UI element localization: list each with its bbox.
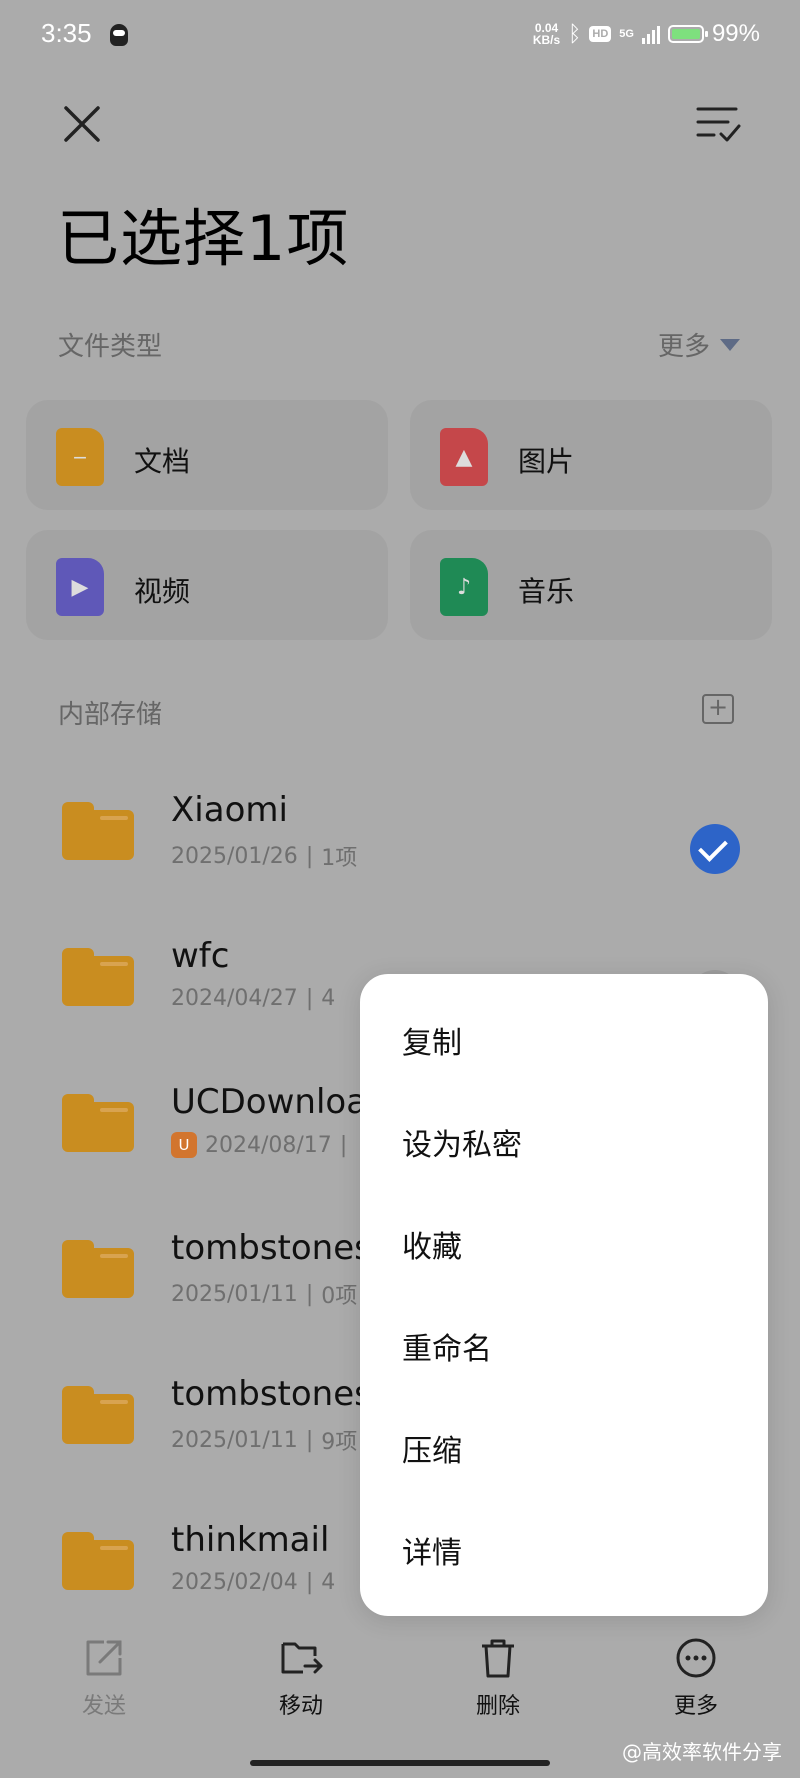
battery-percent: 99%: [711, 20, 760, 47]
folder-icon: [62, 948, 134, 1006]
tile-documents-label: 文档: [134, 445, 191, 478]
meta-separator: |: [305, 1570, 314, 1595]
file-name: thinkmail: [171, 1520, 330, 1560]
uc-browser-icon: U: [171, 1132, 197, 1158]
watermark-text: @高效率软件分享: [622, 1740, 782, 1764]
battery-icon: [667, 25, 708, 43]
more-actions-button[interactable]: 更多: [636, 1636, 756, 1720]
menu-item-compress[interactable]: 压缩: [402, 1426, 462, 1470]
file-meta: 2025/01/11 | 9项: [171, 1424, 357, 1456]
file-count: 9项: [321, 1430, 358, 1455]
network-type-label: 5G: [619, 27, 634, 40]
file-count: 4: [321, 986, 336, 1011]
delete-button[interactable]: 删除: [438, 1636, 558, 1720]
file-date: 2024/04/27: [171, 986, 298, 1011]
file-name: wfc: [171, 936, 230, 976]
delete-label: 删除: [475, 1694, 520, 1719]
file-name: UCDownloa: [171, 1082, 368, 1122]
video-icon: ▶: [56, 558, 104, 616]
meta-separator: |: [305, 1281, 314, 1307]
tile-music-label: 音乐: [518, 575, 575, 608]
file-manager-screen: 3:35 0.04 KB/s ᛒ HD 5G 99% 已选择1项 文件类型 更多…: [0, 0, 800, 1778]
file-meta: 2024/04/27 | 4: [171, 986, 335, 1011]
close-icon: [64, 106, 100, 142]
page-title: 已选择1项: [57, 202, 350, 275]
menu-item-copy[interactable]: 复制: [402, 1018, 462, 1062]
hd-voice-icon: HD: [589, 26, 612, 42]
document-icon: ‒: [56, 428, 104, 486]
network-speed: 0.04 KB/s: [533, 22, 560, 46]
more-dots-icon: [676, 1638, 716, 1678]
file-count: 1项: [321, 846, 358, 871]
menu-item-details[interactable]: 详情: [402, 1528, 462, 1572]
file-date: 2025/02/04: [171, 1570, 298, 1595]
new-folder-icon: +: [707, 693, 729, 721]
file-name: Xiaomi: [171, 790, 288, 830]
tile-videos-label: 视频: [134, 575, 191, 608]
menu-item-favorite[interactable]: 收藏: [402, 1222, 462, 1266]
file-types-more-button[interactable]: 更多: [658, 326, 740, 363]
move-label: 移动: [278, 1694, 323, 1719]
menu-item-rename[interactable]: 重命名: [402, 1324, 492, 1368]
bluetooth-icon: ᛒ: [568, 21, 582, 46]
file-date: 2025/01/26: [171, 843, 298, 869]
tile-videos[interactable]: ▶ 视频: [26, 530, 388, 640]
tile-images[interactable]: ▲ 图片: [410, 400, 772, 510]
tile-images-label: 图片: [518, 445, 575, 478]
file-date: 2025/01/11: [171, 1427, 298, 1453]
menu-item-set-private[interactable]: 设为私密: [402, 1120, 522, 1164]
folder-icon: [62, 1386, 134, 1444]
file-meta: 2025/02/04 | 4: [171, 1570, 335, 1595]
new-folder-button[interactable]: +: [702, 693, 734, 724]
network-speed-unit: KB/s: [532, 33, 561, 47]
meta-separator: |: [305, 843, 314, 869]
select-all-button[interactable]: [694, 100, 742, 148]
signal-icon: [641, 24, 660, 44]
file-meta: 2025/01/11 | 0项: [171, 1278, 357, 1310]
status-bar: 3:35 0.04 KB/s ᛒ HD 5G 99%: [0, 0, 800, 72]
send-button[interactable]: 发送: [44, 1636, 164, 1720]
move-folder-icon: [281, 1642, 323, 1674]
file-count: 4: [321, 1570, 336, 1595]
context-menu: 复制 设为私密 收藏 重命名 压缩 详情: [360, 974, 768, 1616]
folder-icon: [62, 1532, 134, 1590]
share-icon: [86, 1640, 122, 1676]
file-date: 2024/08/17: [205, 1132, 332, 1158]
file-name: tombstones: [171, 1228, 372, 1268]
file-meta: 2025/01/26 | 1项: [171, 840, 357, 872]
move-button[interactable]: 移动: [241, 1636, 361, 1720]
folder-icon: [62, 1094, 134, 1152]
caret-down-icon: [720, 338, 740, 351]
file-types-heading: 文件类型: [58, 332, 163, 362]
folder-icon: [62, 1240, 134, 1298]
selected-checkbox[interactable]: [690, 824, 740, 874]
folder-icon: [62, 802, 134, 860]
file-name: tombstones: [171, 1374, 372, 1414]
internal-storage-heading: 内部存储: [58, 700, 163, 730]
meta-separator: |: [305, 986, 314, 1011]
meta-separator: |: [339, 1132, 348, 1158]
close-selection-button[interactable]: [58, 100, 106, 148]
send-label: 发送: [81, 1694, 126, 1719]
meta-separator: |: [305, 1427, 314, 1453]
more-label: 更多: [657, 332, 710, 362]
more-label: 更多: [673, 1694, 718, 1719]
file-count: 0项: [321, 1284, 358, 1309]
list-item[interactable]: Xiaomi 2025/01/26 | 1项: [0, 772, 800, 918]
bottom-action-bar: 发送 移动 删除 更多: [0, 1622, 800, 1732]
qq-notification-icon: [110, 24, 128, 46]
tile-documents[interactable]: ‒ 文档: [26, 400, 388, 510]
status-time: 3:35: [41, 18, 92, 48]
select-all-icon: [696, 107, 741, 142]
file-date: 2025/01/11: [171, 1281, 298, 1307]
trash-icon: [482, 1639, 514, 1678]
home-indicator[interactable]: [250, 1760, 550, 1766]
tile-music[interactable]: ♪ 音乐: [410, 530, 772, 640]
image-icon: ▲: [440, 428, 488, 486]
music-icon: ♪: [440, 558, 488, 616]
file-meta: U 2024/08/17 |: [171, 1132, 347, 1158]
